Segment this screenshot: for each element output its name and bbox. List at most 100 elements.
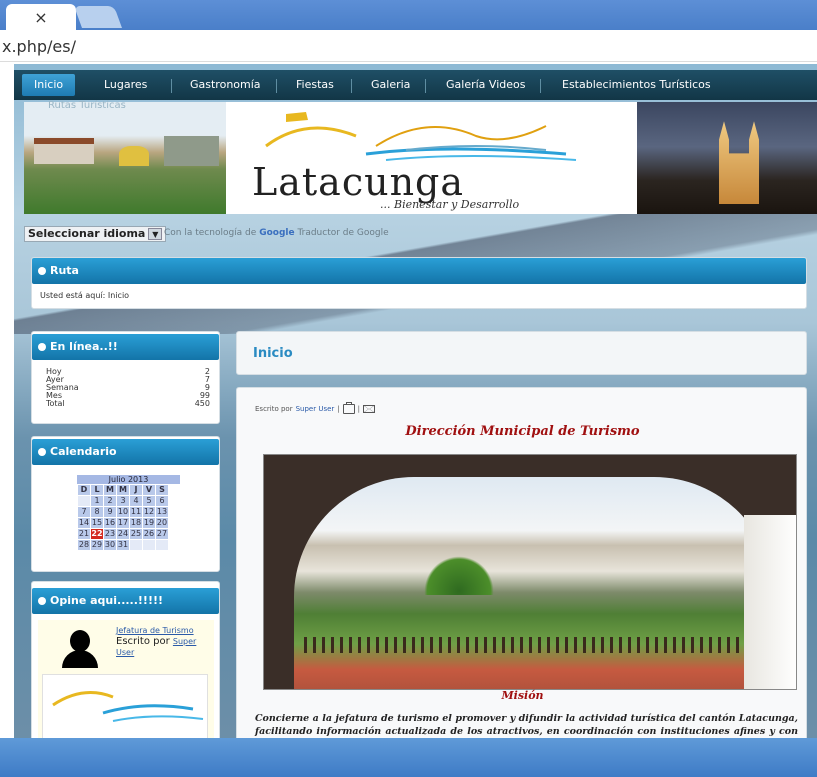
chevron-down-icon[interactable]: ▼ bbox=[148, 228, 163, 240]
calendar-day[interactable]: 19 bbox=[143, 518, 155, 528]
stat-value: 450 bbox=[194, 399, 210, 408]
calendar-day[interactable]: 13 bbox=[156, 507, 168, 517]
calendar-day[interactable]: 24 bbox=[117, 529, 129, 539]
calendar-day[interactable]: 9 bbox=[104, 507, 116, 517]
opine-content: Jefatura de Turismo Escrito por Super Us… bbox=[38, 620, 214, 744]
address-bar[interactable]: x.php/es/ bbox=[0, 30, 817, 62]
meta-separator: | bbox=[357, 405, 361, 413]
fence-shape bbox=[304, 637, 744, 653]
weekday: L bbox=[91, 485, 103, 495]
nav-establecimientos[interactable]: Establecimientos Turísticos bbox=[550, 74, 723, 96]
url-text[interactable]: x.php/es/ bbox=[2, 37, 76, 56]
weekday: V bbox=[143, 485, 155, 495]
calendar-day[interactable]: 20 bbox=[156, 518, 168, 528]
meta-user-link[interactable]: Super User bbox=[296, 405, 335, 413]
calendar-header: Calendario bbox=[32, 439, 219, 465]
online-header: En línea..!! bbox=[32, 334, 219, 360]
nav-lugares[interactable]: Lugares bbox=[92, 74, 159, 96]
nav-separator bbox=[351, 79, 352, 93]
opine-author-link[interactable]: Jefatura de Turismo bbox=[116, 626, 194, 635]
written-by-label: Escrito por bbox=[116, 636, 170, 647]
main-heading-box: Inicio bbox=[236, 331, 807, 375]
nav-rutas-turisticas[interactable]: Rutas Turísticas bbox=[48, 100, 126, 111]
weekday: D bbox=[78, 485, 90, 495]
calendar-day[interactable]: 8 bbox=[91, 507, 103, 517]
calendar-day[interactable]: 7 bbox=[78, 507, 90, 517]
nav-separator bbox=[276, 79, 277, 93]
nav-separator bbox=[540, 79, 541, 93]
google-translate-credit: Con la tecnología de Google Traductor de… bbox=[164, 228, 389, 238]
calendar-day[interactable]: 26 bbox=[143, 529, 155, 539]
user-avatar-icon bbox=[60, 628, 100, 668]
calendar-week: 14 15 16 17 18 19 20 bbox=[78, 518, 168, 528]
calendar-empty-day bbox=[143, 540, 155, 550]
weekday: M bbox=[117, 485, 129, 495]
powered-suffix[interactable]: Traductor de Google bbox=[297, 228, 388, 238]
calendar-day[interactable]: 6 bbox=[156, 496, 168, 506]
nav-inicio[interactable]: Inicio bbox=[22, 74, 76, 96]
calendar-day[interactable]: 17 bbox=[117, 518, 129, 528]
calendar-day[interactable]: 27 bbox=[156, 529, 168, 539]
stat-row: Hoy 2 bbox=[46, 368, 210, 376]
nav-galeria-videos[interactable]: Galería Videos bbox=[434, 74, 537, 96]
calendar-day[interactable]: 4 bbox=[130, 496, 142, 506]
close-tab-icon[interactable]: × bbox=[34, 8, 47, 27]
calendar-grid: D L M M J V S 1 2 3 4 5 6 7 8 9 10 11 12 13 14 15 16 17 1… bbox=[77, 484, 169, 551]
nav-separator bbox=[425, 79, 426, 93]
column-shape bbox=[744, 515, 796, 689]
nav-fiestas[interactable]: Fiestas bbox=[284, 74, 346, 96]
header-banner: Latacunga ... Bienestar y Desarrollo bbox=[24, 102, 817, 214]
calendar-day[interactable]: 10 bbox=[117, 507, 129, 517]
taskbar-shadow bbox=[0, 738, 817, 777]
section-title: Misión bbox=[501, 689, 544, 702]
calendar-day[interactable]: 23 bbox=[104, 529, 116, 539]
nav-separator bbox=[171, 79, 172, 93]
calendar-day[interactable]: 2 bbox=[104, 496, 116, 506]
calendar-day[interactable]: 22 bbox=[91, 529, 103, 539]
stat-row: Total 450 bbox=[46, 400, 210, 408]
logo-graphic bbox=[52, 691, 204, 722]
calendar-day[interactable]: 1 bbox=[91, 496, 103, 506]
logo-graphic bbox=[265, 112, 577, 161]
browser-new-tab[interactable] bbox=[73, 6, 123, 28]
calendar-empty-day bbox=[156, 540, 168, 550]
weekday: S bbox=[156, 485, 168, 495]
calendar-day[interactable]: 14 bbox=[78, 518, 90, 528]
site-container: Inicio Lugares Gastronomía Fiestas Galer… bbox=[14, 64, 817, 744]
google-logo[interactable]: Google bbox=[259, 228, 294, 238]
plant-shape bbox=[414, 555, 504, 595]
calendar-day[interactable]: 11 bbox=[130, 507, 142, 517]
calendar-day[interactable]: 29 bbox=[91, 540, 103, 550]
nav-galeria[interactable]: Galeria bbox=[359, 74, 422, 96]
calendar-day[interactable]: 18 bbox=[130, 518, 142, 528]
language-select[interactable]: Seleccionar idioma ▼ bbox=[24, 226, 167, 242]
calendar-day[interactable]: 21 bbox=[78, 529, 90, 539]
opine-header: Opine aqui.....!!!!! bbox=[32, 588, 219, 614]
calendar-empty-day bbox=[130, 540, 142, 550]
opine-logo-image bbox=[42, 674, 208, 744]
article-meta: Escrito por Super User | | bbox=[255, 402, 376, 414]
calendar-day[interactable]: 30 bbox=[104, 540, 116, 550]
opine-panel: Opine aqui.....!!!!! Jefatura de Turismo… bbox=[31, 581, 220, 744]
calendar-day[interactable]: 3 bbox=[117, 496, 129, 506]
calendar-day[interactable]: 16 bbox=[104, 518, 116, 528]
calendar-day[interactable]: 25 bbox=[130, 529, 142, 539]
print-icon[interactable] bbox=[342, 402, 355, 414]
calendar-day[interactable]: 5 bbox=[143, 496, 155, 506]
building-shape bbox=[34, 138, 94, 164]
monument-shape bbox=[119, 146, 149, 166]
browser-tab-active[interactable]: × bbox=[6, 4, 76, 30]
calendar-day[interactable]: 28 bbox=[78, 540, 90, 550]
online-panel: En línea..!! Hoy 2 Ayer 7 Semana 9 Mes 99 To… bbox=[31, 331, 220, 424]
calendar-day[interactable]: 12 bbox=[143, 507, 155, 517]
courtyard-scene bbox=[294, 477, 774, 689]
nav-gastronomia[interactable]: Gastronomía bbox=[178, 74, 273, 96]
calendar-empty-day bbox=[78, 496, 90, 506]
calendar-day[interactable]: 15 bbox=[91, 518, 103, 528]
calendar-week: 123456 bbox=[78, 496, 168, 506]
online-stats: Hoy 2 Ayer 7 Semana 9 Mes 99 Total 450 bbox=[46, 368, 210, 408]
email-icon[interactable] bbox=[363, 405, 376, 413]
calendar-day[interactable]: 31 bbox=[117, 540, 129, 550]
stat-row: Semana 9 bbox=[46, 384, 210, 392]
page-title: Inicio bbox=[253, 346, 293, 361]
